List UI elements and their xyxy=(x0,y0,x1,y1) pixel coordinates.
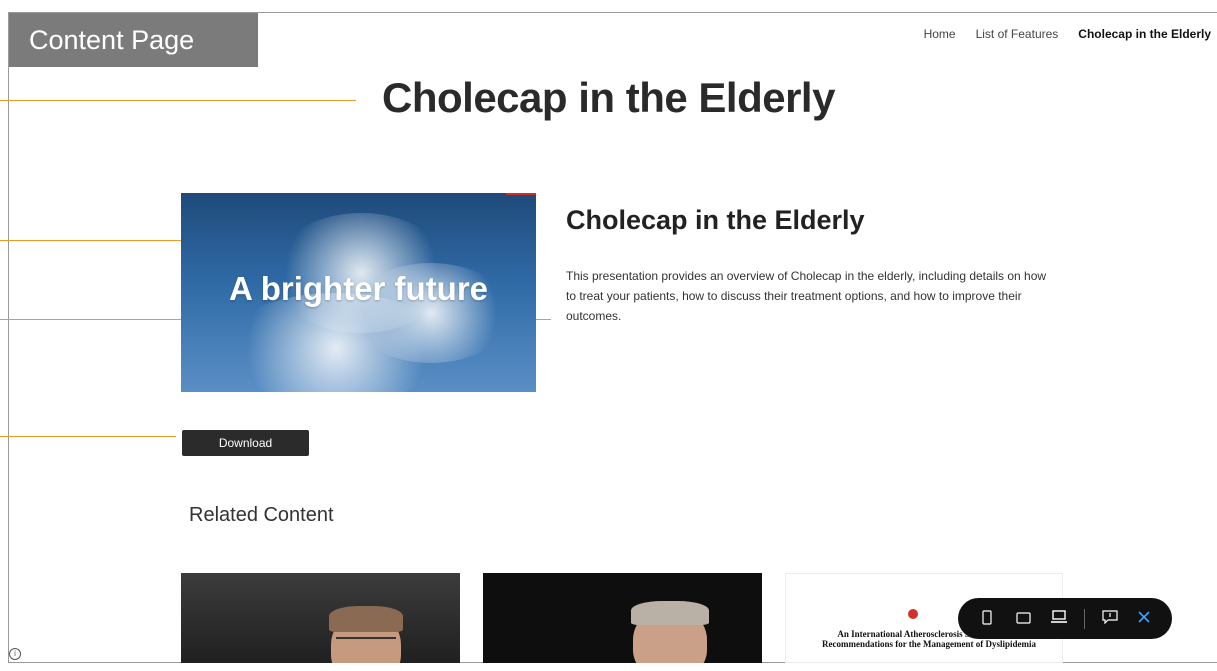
download-button[interactable]: Download xyxy=(182,430,309,456)
society-logo-icon xyxy=(908,609,918,619)
feedback-icon[interactable] xyxy=(1099,610,1121,627)
toolbar-divider xyxy=(1084,608,1085,629)
hero-image-text: A brighter future xyxy=(228,270,489,307)
phone-icon[interactable] xyxy=(976,609,998,628)
glasses xyxy=(336,637,396,649)
laptop-icon[interactable] xyxy=(1048,610,1070,627)
person-hair xyxy=(329,606,403,632)
callout-line-title xyxy=(0,100,356,101)
nav-current-link[interactable]: Cholecap in the Elderly xyxy=(1078,27,1211,41)
article-title: Cholecap in the Elderly xyxy=(566,205,865,235)
related-card-2[interactable] xyxy=(483,573,762,663)
person-hair xyxy=(631,601,709,625)
related-card-1[interactable] xyxy=(181,573,460,663)
top-navigation: Home List of Features Cholecap in the El… xyxy=(924,27,1211,41)
hero-accent-bar xyxy=(506,193,536,195)
page-title: Cholecap in the Elderly xyxy=(382,74,835,121)
nav-features-link[interactable]: List of Features xyxy=(976,27,1059,41)
content-page-tag: Content Page xyxy=(9,13,258,67)
tablet-icon[interactable] xyxy=(1012,611,1034,627)
preview-toolbar xyxy=(958,598,1172,639)
article-description: This presentation provides an overview o… xyxy=(566,269,1047,323)
info-icon[interactable]: i xyxy=(9,648,21,660)
hero-image: A brighter future xyxy=(181,193,536,392)
callout-line-download xyxy=(0,436,176,437)
nav-home-link[interactable]: Home xyxy=(924,27,956,41)
close-icon[interactable] xyxy=(1135,610,1153,628)
related-content-heading: Related Content xyxy=(189,504,334,526)
